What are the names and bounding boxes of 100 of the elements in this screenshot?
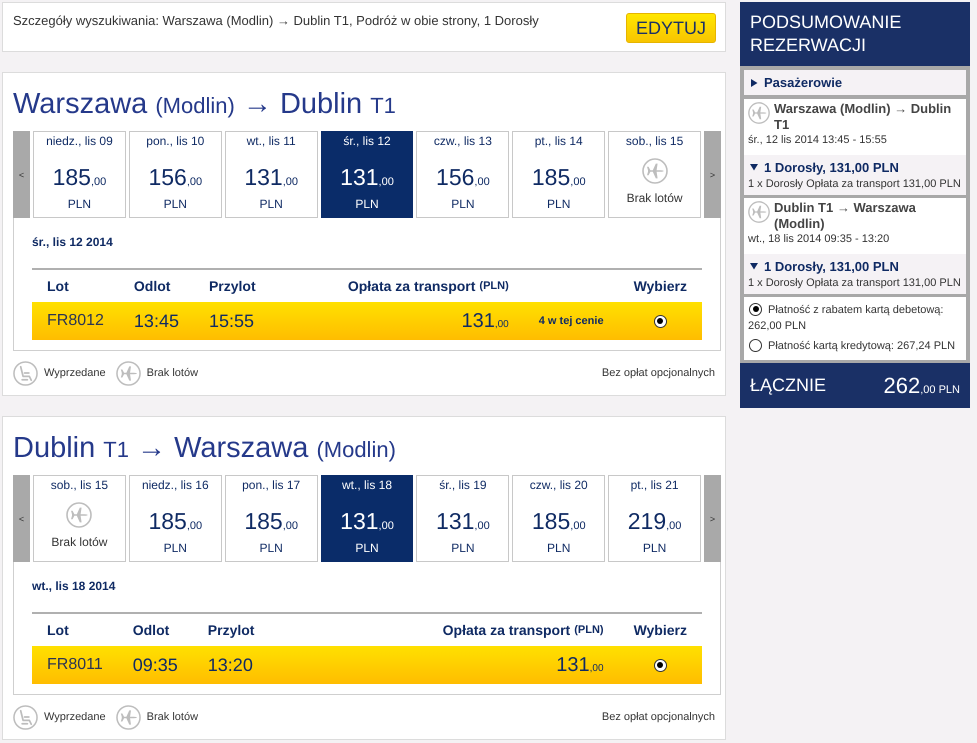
date-tile[interactable]: niedz., lis 16 185,00 PLN: [128, 475, 222, 562]
day-label: czw., lis 13: [434, 134, 492, 148]
date-tile[interactable]: sob., lis 15 Brak lotów: [33, 475, 126, 562]
day-label: sob., lis 15: [50, 478, 108, 492]
fare-price: 131,00: [244, 164, 298, 192]
fare-price: 185,00: [532, 508, 586, 536]
currency-label: PLN: [451, 541, 475, 555]
payment-option[interactable]: Płatność z rabatem kartą debetową: 262,00 PLN: [748, 302, 962, 334]
fare-price: 185,00: [244, 508, 298, 536]
date-tile[interactable]: pt., lis 21 219,00 PLN: [608, 475, 702, 562]
previous-button[interactable]: <: [13, 131, 30, 218]
leg-route: Warszawa (Modlin) → Dublin T1: [774, 101, 952, 133]
fees-note: Bez opłat opcjonalnych: [602, 367, 715, 379]
day-label: pon., lis 10: [146, 134, 204, 148]
departure-time: 09:35: [132, 654, 178, 676]
summary-title: PODSUMOWANIE REZERWACJI: [740, 2, 970, 66]
total-label: ŁĄCZNIE: [750, 375, 826, 396]
fare-price: 131,00: [340, 508, 394, 536]
fare-price: 219,00: [628, 508, 682, 536]
flight-row[interactable]: FR8012 13:45 15:55 131,00 4 w tej cenie: [32, 302, 702, 340]
date-tile[interactable]: sob., lis 15 Brak lotów: [608, 131, 702, 218]
column-header: Odlot: [132, 277, 172, 296]
currency-label: PLN: [259, 541, 283, 555]
departure-time: 13:45: [134, 310, 179, 332]
column-header: Opłata za transport (PLN): [346, 277, 510, 296]
fare-price: 185,00: [148, 508, 202, 536]
currency-label: PLN: [68, 197, 92, 211]
edit-button[interactable]: EDYTUJ: [626, 13, 716, 43]
column-header: Lot: [46, 621, 70, 640]
fare-price: 131,00: [340, 164, 394, 192]
column-header: Lot: [46, 277, 70, 296]
column-header: Wybierz: [632, 621, 688, 640]
fare-price: 131,00: [461, 310, 509, 332]
column-header: Odlot: [132, 621, 170, 640]
fare-price: 156,00: [148, 164, 202, 192]
date-tile[interactable]: pon., lis 10 156,00 PLN: [128, 131, 222, 218]
day-label: śr., lis 12: [343, 134, 391, 148]
column-header: Przylot: [206, 621, 256, 640]
fare-price: 156,00: [436, 164, 490, 192]
currency-label: PLN: [547, 541, 570, 555]
radio-button[interactable]: [654, 658, 667, 672]
passengers-toggle[interactable]: Pasażerowie: [744, 70, 966, 95]
legend-label: Wyprzedane: [44, 367, 106, 379]
day-label: czw., lis 20: [530, 478, 588, 492]
route-title: Warszawa (Modlin) → Dublin T1: [13, 87, 396, 122]
leg-datetime: śr., 12 lis 2014 13:45 - 15:55: [748, 133, 888, 147]
day-label: niedz., lis 09: [46, 134, 113, 148]
date-tile[interactable]: pon., lis 17 185,00 PLN: [224, 475, 318, 562]
next-button[interactable]: >: [704, 131, 722, 218]
day-label: pt., lis 14: [534, 134, 583, 148]
previous-button[interactable]: <: [13, 475, 30, 562]
day-label: niedz., lis 16: [142, 478, 209, 492]
radio-button[interactable]: [654, 314, 667, 328]
seat-icon: [13, 704, 38, 730]
payment-option[interactable]: Płatność kartą kredytową: 267,24 PLN: [748, 338, 962, 354]
currency-label: PLN: [259, 197, 283, 211]
next-button[interactable]: >: [704, 475, 722, 562]
fare-group-toggle[interactable]: 1 Dorosły, 131,00 PLN: [748, 158, 899, 176]
plane-icon: [642, 158, 668, 184]
seat-icon: [13, 360, 38, 386]
column-header: Opłata za transport (PLN): [442, 621, 605, 640]
leg-datetime: wt., 18 lis 2014 09:35 - 13:20: [748, 232, 890, 246]
column-header: Przylot: [208, 277, 257, 296]
radio-button[interactable]: [749, 302, 762, 316]
currency-label: PLN: [164, 541, 187, 555]
date-tile[interactable]: śr., lis 19 131,00 PLN: [416, 475, 510, 562]
currency-label: PLN: [451, 197, 475, 211]
availability-note: 4 w tej cenie: [538, 315, 604, 327]
currency-label: PLN: [355, 541, 379, 555]
plane-icon: [748, 102, 770, 124]
date-heading: śr., lis 12 2014: [32, 235, 114, 249]
fare-price: 131,00: [556, 654, 604, 676]
no-flights-label: Brak lotów: [51, 535, 108, 549]
currency-label: PLN: [355, 197, 379, 211]
date-tile[interactable]: czw., lis 20 185,00 PLN: [512, 475, 606, 562]
search-summary: Szczegóły wyszukiwania: Warszawa (Modlin) → Dublin T1, Podróż w obie strony, 1 Dorosły: [13, 12, 539, 28]
plane-icon: [66, 502, 92, 528]
date-tile[interactable]: wt., lis 18 131,00 PLN: [320, 475, 414, 562]
date-heading: wt., lis 18 2014: [32, 579, 116, 593]
date-tile[interactable]: wt., lis 11 131,00 PLN: [224, 131, 318, 218]
day-label: sob., lis 15: [626, 134, 684, 148]
fare-price: 131,00: [436, 508, 490, 536]
date-tile[interactable]: śr., lis 12 131,00 PLN: [320, 131, 414, 218]
date-tile[interactable]: czw., lis 13 156,00 PLN: [416, 131, 510, 218]
fare-price: 185,00: [532, 164, 586, 192]
fees-note: Bez opłat opcjonalnych: [602, 711, 715, 723]
fare-line: 1 x Dorosły Opłata za transport 131,00 PLN: [748, 177, 962, 192]
radio-button[interactable]: [749, 338, 762, 352]
legend-label: Brak lotów: [146, 711, 198, 723]
fare-group-toggle[interactable]: 1 Dorosły, 131,00 PLN: [748, 257, 899, 275]
day-label: pon., lis 17: [242, 478, 300, 492]
route-title: Dublin T1 → Warszawa (Modlin): [13, 431, 396, 466]
flight-row[interactable]: FR8011 09:35 13:20 131,00: [32, 646, 702, 684]
leg-route: Dublin T1 → Warszawa (Modlin): [774, 200, 917, 232]
legend-label: Brak lotów: [146, 367, 198, 379]
plane-icon: [116, 704, 141, 730]
fare-line: 1 x Dorosły Opłata za transport 131,00 PLN: [748, 276, 962, 291]
currency-label: PLN: [164, 197, 187, 211]
currency-label: PLN: [642, 541, 666, 555]
date-tile[interactable]: pt., lis 14 185,00 PLN: [512, 131, 606, 218]
